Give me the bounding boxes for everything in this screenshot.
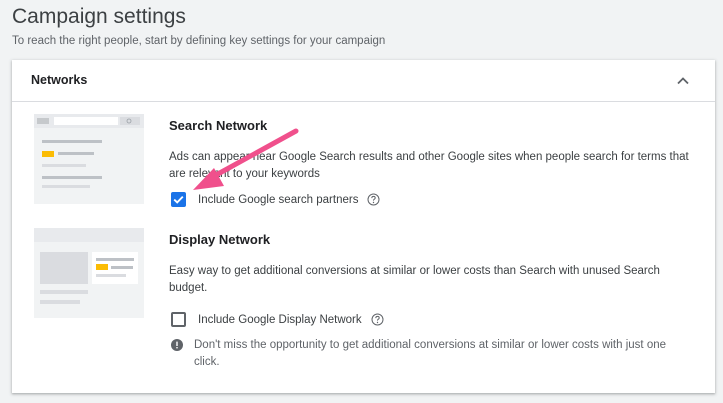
display-network-description: Easy way to get additional conversions a… bbox=[169, 265, 660, 294]
display-network-option[interactable]: Include Google Display Network bbox=[171, 312, 384, 327]
info-icon bbox=[171, 339, 183, 351]
search-network-title: Search Network bbox=[169, 118, 268, 133]
networks-card: Networks Search Network Ads can appear n… bbox=[12, 60, 715, 393]
page-subtitle: To reach the right people, start by defi… bbox=[12, 35, 386, 47]
search-network-description: Ads can appear near Google Search result… bbox=[169, 151, 689, 180]
help-icon[interactable] bbox=[371, 313, 384, 326]
search-partners-option[interactable]: Include Google search partners bbox=[171, 192, 380, 207]
search-network-illustration bbox=[34, 114, 144, 204]
display-network-illustration bbox=[34, 228, 144, 318]
collapse-button[interactable] bbox=[673, 71, 693, 91]
search-partners-label: Include Google search partners bbox=[198, 193, 359, 206]
display-network-checkbox[interactable] bbox=[171, 312, 186, 327]
display-network-title: Display Network bbox=[169, 232, 271, 247]
help-icon[interactable] bbox=[367, 193, 380, 206]
networks-header[interactable]: Networks bbox=[12, 60, 715, 102]
chevron-up-icon bbox=[677, 77, 689, 85]
check-icon bbox=[173, 195, 184, 204]
page-title: Campaign settings bbox=[12, 5, 186, 28]
display-network-info-text: Don't miss the opportunity to get additi… bbox=[194, 339, 666, 368]
networks-title: Networks bbox=[31, 73, 88, 87]
display-network-label: Include Google Display Network bbox=[198, 313, 362, 326]
search-partners-checkbox[interactable] bbox=[171, 192, 186, 207]
display-network-info: Don't miss the opportunity to get additi… bbox=[171, 337, 684, 371]
